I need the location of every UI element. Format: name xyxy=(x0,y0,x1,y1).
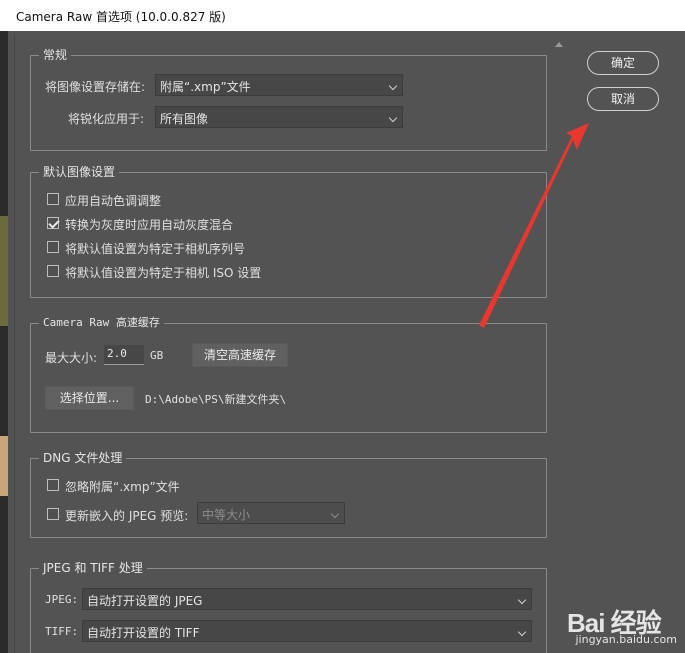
watermark-url: jingyan.baidu.com xyxy=(575,633,677,646)
annotation-arrow-icon xyxy=(479,123,589,328)
baidu-jingyan-watermark: Bai 经验 jingyan.baidu.com xyxy=(567,603,677,649)
red-arrow-shape xyxy=(479,123,589,328)
